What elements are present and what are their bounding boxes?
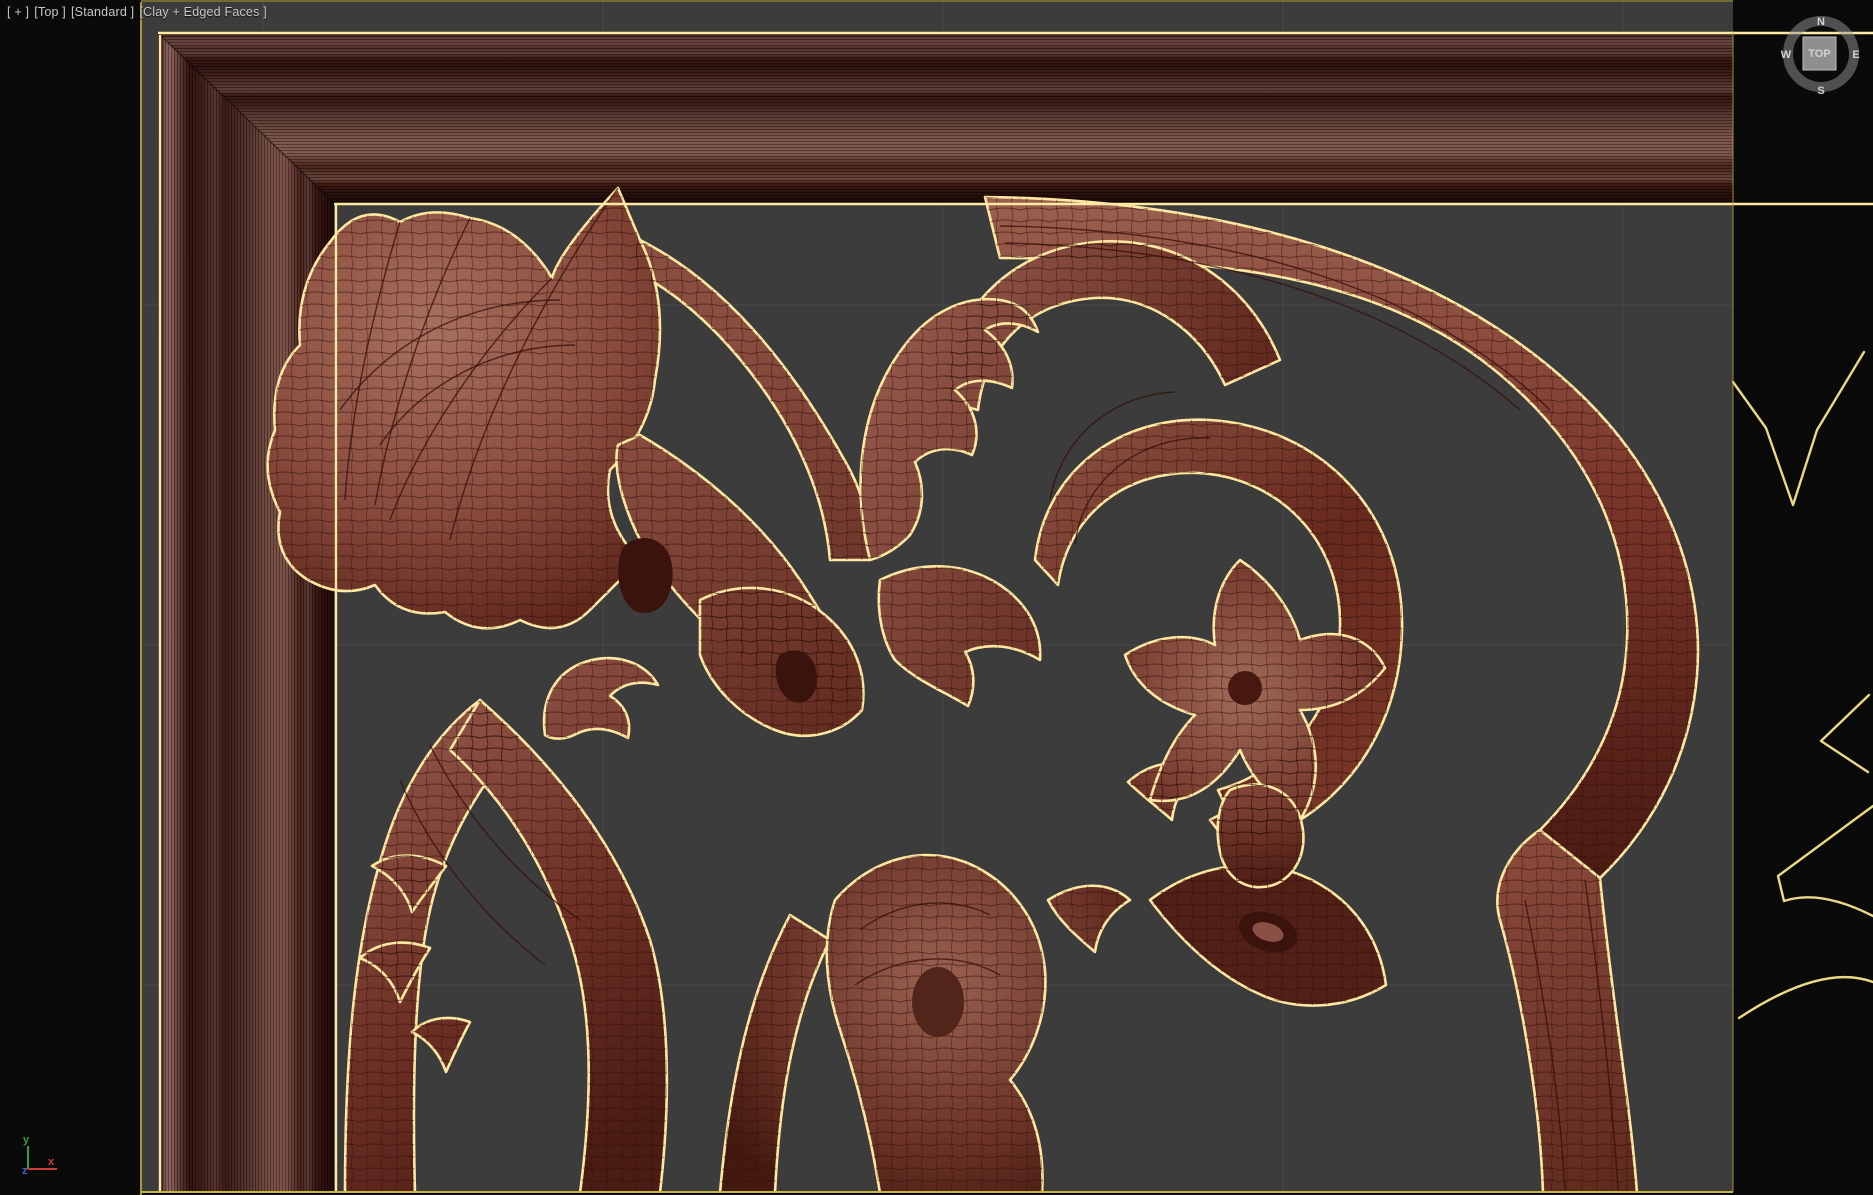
compass-east-label[interactable]: E: [1852, 49, 1859, 61]
compass-west-label[interactable]: W: [1781, 49, 1792, 61]
axis-x-label: x: [48, 1156, 55, 1168]
viewport-label: [ + ] [Top ] [Standard ] [Clay + Edged Face…: [7, 5, 272, 19]
compass-north-label[interactable]: N: [1817, 16, 1825, 28]
viewport-view-menu[interactable]: [Top ]: [34, 5, 66, 19]
viewport-shading-menu[interactable]: [Clay + Edged Faces ]: [139, 5, 267, 19]
viewcube-face-label[interactable]: TOP: [1808, 48, 1830, 60]
viewport-menu-button[interactable]: [ + ]: [7, 5, 29, 19]
scene-svg: TOP N S W E y x z: [22, 0, 1873, 1195]
axis-y-label: y: [23, 1134, 30, 1146]
ghost-selection-outlines: [1731, 350, 1873, 1020]
world-axis-gizmo: y x z: [22, 1134, 57, 1177]
compass-south-label[interactable]: S: [1817, 85, 1824, 97]
max-viewport-stage: TOP N S W E y x z [ + ] [Top ] [Standard ]…: [0, 0, 1873, 1195]
viewcube-compass[interactable]: TOP N S W E: [1781, 16, 1860, 97]
viewport-preset-menu[interactable]: [Standard ]: [71, 5, 134, 19]
axis-z-label: z: [22, 1165, 28, 1177]
